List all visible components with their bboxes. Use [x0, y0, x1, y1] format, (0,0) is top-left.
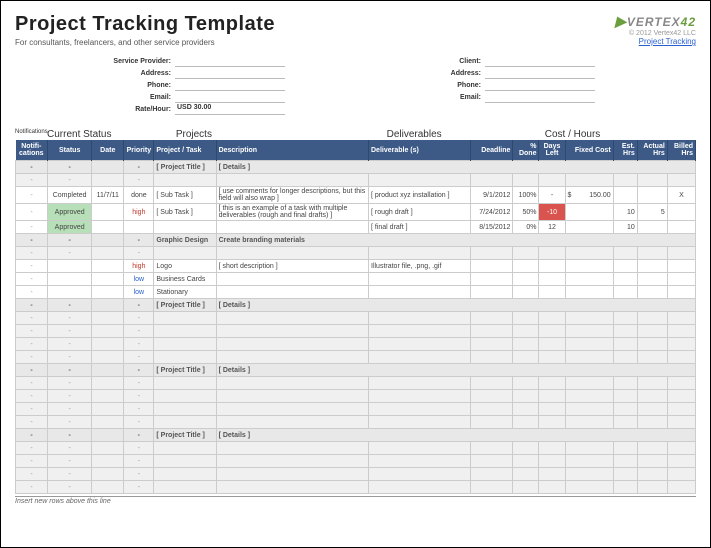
client-phone-label: Phone:	[405, 82, 485, 89]
table-row[interactable]: ---	[16, 390, 696, 403]
status-approved: Approved	[48, 221, 92, 234]
rate-label: Rate/Hour:	[95, 106, 175, 113]
col-status[interactable]: Status	[48, 140, 92, 161]
table-row[interactable]: ---[ Project Title ][ Details ]	[16, 299, 696, 312]
page-title: Project Tracking Template	[15, 13, 275, 36]
table-row[interactable]: ---	[16, 247, 696, 260]
project-table: Notifi-cations Status Date Priority Proj…	[15, 140, 696, 494]
col-actual[interactable]: Actual Hrs	[637, 140, 667, 161]
table-row[interactable]: ---	[16, 416, 696, 429]
col-deliverable[interactable]: Deliverable (s)	[369, 140, 471, 161]
table-row[interactable]: -Approved[ final draft ]8/15/20120%1210	[16, 221, 696, 234]
provider-phone-field[interactable]	[175, 80, 285, 91]
table-row[interactable]: ---[ Project Title ][ Details ]	[16, 161, 696, 174]
table-row[interactable]: ---	[16, 442, 696, 455]
provider-address-field[interactable]	[175, 68, 285, 79]
client-name-field[interactable]	[485, 56, 595, 67]
table-row[interactable]: ---	[16, 351, 696, 364]
project-tracking-link[interactable]: Project Tracking	[639, 37, 696, 46]
header-row: Notifi-cations Status Date Priority Proj…	[16, 140, 696, 161]
table-row[interactable]: -lowStationary	[16, 286, 696, 299]
group-projects: Projects	[176, 129, 387, 140]
table-row[interactable]: ---	[16, 468, 696, 481]
info-section: Service Provider: Address: Phone: Email:…	[95, 55, 696, 115]
table-row[interactable]: ---	[16, 174, 696, 187]
col-billed[interactable]: Billed Hrs	[667, 140, 695, 161]
col-deadline[interactable]: Deadline	[471, 140, 513, 161]
client-address-label: Address:	[405, 70, 485, 77]
col-fixed[interactable]: Fixed Cost	[565, 140, 613, 161]
provider-column: Service Provider: Address: Phone: Email:…	[95, 55, 285, 115]
subtitle: For consultants, freelancers, and other …	[15, 38, 275, 47]
client-name-label: Client:	[405, 58, 485, 65]
client-column: Client: Address: Phone: Email:	[405, 55, 595, 115]
table-body: ---[ Project Title ][ Details ]----Compl…	[16, 161, 696, 494]
client-phone-field[interactable]	[485, 80, 595, 91]
table-row[interactable]: -Completed11/7/11done[ Sub Task ][ use c…	[16, 187, 696, 204]
group-deliverables: Deliverables	[387, 129, 545, 140]
table-row[interactable]: ---	[16, 481, 696, 494]
vertex-logo: ▶VERTEX42	[615, 13, 696, 30]
rate-field[interactable]: USD 30.00	[175, 104, 285, 115]
table-row[interactable]: ---[ Project Title ][ Details ]	[16, 429, 696, 442]
logo-block: ▶VERTEX42 © 2012 Vertex42 LLC Project Tr…	[615, 13, 696, 46]
column-group-row: Notifications Current Status Projects De…	[15, 129, 696, 140]
table-row[interactable]: ---	[16, 455, 696, 468]
table-row[interactable]: -lowBusiness Cards	[16, 273, 696, 286]
col-notif[interactable]: Notifi-cations	[16, 140, 48, 161]
group-cost: Cost / Hours	[545, 129, 696, 140]
table-row[interactable]: ---	[16, 403, 696, 416]
table-row[interactable]: ---Graphic DesignCreate branding materia…	[16, 234, 696, 247]
title-block: Project Tracking Template For consultant…	[15, 13, 275, 47]
client-email-field[interactable]	[485, 92, 595, 103]
provider-email-field[interactable]	[175, 92, 285, 103]
group-notif: Notifications	[15, 129, 47, 140]
logo-arrow-icon: ▶	[615, 13, 627, 29]
col-est[interactable]: Est. Hrs	[613, 140, 637, 161]
table-row[interactable]: ---[ Project Title ][ Details ]	[16, 364, 696, 377]
provider-name-label: Service Provider:	[95, 58, 175, 65]
provider-address-label: Address:	[95, 70, 175, 77]
col-days[interactable]: Days Left	[539, 140, 565, 161]
col-priority[interactable]: Priority	[124, 140, 154, 161]
col-project[interactable]: Project / Task	[154, 140, 216, 161]
client-address-field[interactable]	[485, 68, 595, 79]
table-row[interactable]: -Approvedhigh[ Sub Task ][ this is an ex…	[16, 204, 696, 221]
col-pct[interactable]: % Done	[513, 140, 539, 161]
status-approved: Approved	[48, 204, 92, 221]
table-row[interactable]: ---	[16, 338, 696, 351]
provider-name-field[interactable]	[175, 56, 285, 67]
table-row[interactable]: ---	[16, 325, 696, 338]
group-status: Current Status	[47, 129, 176, 140]
provider-email-label: Email:	[95, 94, 175, 101]
col-date[interactable]: Date	[92, 140, 124, 161]
provider-phone-label: Phone:	[95, 82, 175, 89]
client-email-label: Email:	[405, 94, 485, 101]
header: Project Tracking Template For consultant…	[15, 13, 696, 47]
footer-note: Insert new rows above this line	[15, 496, 696, 505]
copyright: © 2012 Vertex42 LLC	[615, 30, 696, 37]
table-row[interactable]: ---	[16, 377, 696, 390]
table-row[interactable]: -highLogo[ short description ]Illustrato…	[16, 260, 696, 273]
col-description[interactable]: Description	[216, 140, 368, 161]
table-row[interactable]: ---	[16, 312, 696, 325]
